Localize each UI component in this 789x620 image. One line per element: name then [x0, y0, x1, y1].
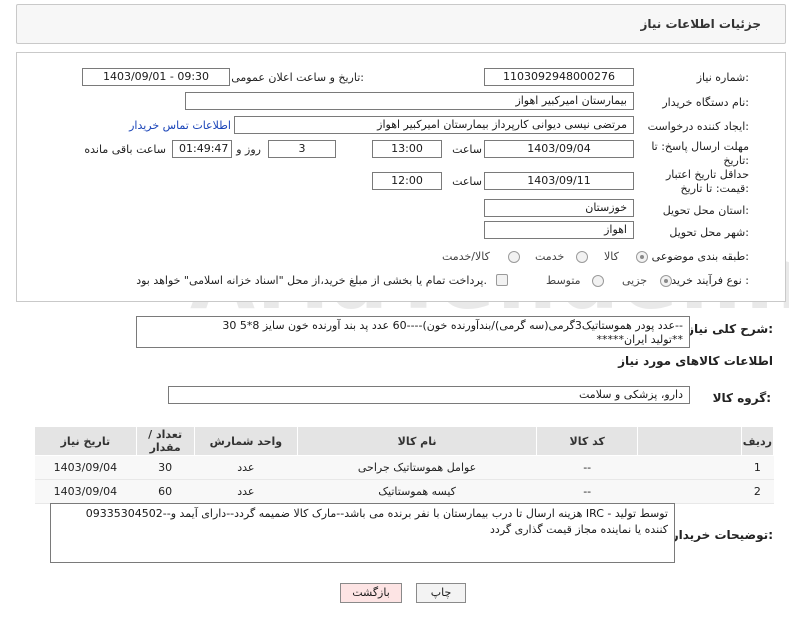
cell-unit: عدد	[194, 455, 298, 480]
treasury-payment-note: پرداخت تمام یا بخشی از مبلغ خرید،از محل …	[136, 274, 487, 287]
print-button[interactable]: چاپ	[416, 583, 466, 603]
col-need-date: تاریخ نیاز	[34, 426, 137, 456]
requester-label: ایجاد کننده درخواست:	[647, 120, 749, 133]
summary-textarea[interactable]: 30 عدد پودر هموستاتیک3گرمی(سه گرمی)/بندآ…	[136, 316, 690, 348]
back-button[interactable]: بازگشت	[340, 583, 402, 603]
cell-date: 1403/09/04	[34, 455, 137, 480]
price-validity-time-label: ساعت	[452, 175, 482, 188]
requester-field[interactable]: مرتضی نیسی دیوانی کارپرداز بیمارستان امی…	[234, 116, 634, 134]
category-radio-service[interactable]	[576, 251, 588, 263]
col-unit: واحد شمارش	[193, 426, 299, 456]
reply-deadline-days-field[interactable]: 3	[268, 140, 336, 158]
province-label: استان محل تحویل:	[662, 204, 749, 217]
cell-date: 1403/09/04	[34, 479, 137, 504]
province-field[interactable]: خوزستان	[484, 199, 634, 217]
treasury-payment-checkbox[interactable]	[496, 274, 508, 286]
category-option-goods-service: کالا/خدمت	[442, 250, 490, 263]
announce-datetime-label: تاریخ و ساعت اعلان عمومی:	[231, 71, 364, 84]
buyer-contact-link[interactable]: اطلاعات تماس خریدار	[129, 119, 231, 132]
category-option-goods: کالا	[604, 250, 619, 263]
reply-deadline-label: مهلت ارسال پاسخ: تا تاریخ:	[651, 140, 749, 167]
process-option-medium: متوسط	[546, 274, 581, 287]
cell-spacer	[637, 479, 742, 504]
cell-idx: 2	[741, 479, 774, 504]
buyer-notes-label: توضیحات خریدار:	[671, 528, 773, 542]
cell-qty: 60	[136, 479, 195, 504]
process-radio-medium[interactable]	[592, 275, 604, 287]
summary-label: شرح کلی نیاز:	[687, 322, 773, 336]
price-validity-label: حداقل تاریخ اعتبار قیمت: تا تاریخ:	[665, 168, 749, 195]
cell-spacer	[637, 455, 742, 480]
category-radio-goods-service[interactable]	[508, 251, 520, 263]
col-name: نام کالا	[297, 426, 537, 456]
page-title: جزئیات اطلاعات نیاز	[640, 17, 761, 31]
city-field[interactable]: اهواز	[484, 221, 634, 239]
cell-name: عوامل هموستاتیک جراحی	[297, 455, 537, 480]
reply-deadline-date-field[interactable]: 1403/09/04	[484, 140, 634, 158]
cell-unit: عدد	[194, 479, 298, 504]
cell-qty: 30	[136, 455, 195, 480]
process-radio-minor[interactable]	[660, 275, 672, 287]
table-row: 1403/09/04 60 عدد کیسه هموستاتیک -- 2	[34, 479, 774, 504]
col-code: کد کالا	[535, 426, 639, 456]
col-quantity: تعداد / مقدار	[135, 426, 195, 456]
reply-deadline-time-field[interactable]: 13:00	[372, 140, 442, 158]
buyer-notes-textarea[interactable]: 09335304502--هزینه ارسال تا درب بیمارستا…	[50, 503, 675, 563]
city-label: شهر محل تحویل:	[669, 226, 749, 239]
page-title-bar: جزئیات اطلاعات نیاز	[16, 4, 786, 44]
cell-code: --	[536, 455, 638, 480]
category-radio-goods[interactable]	[636, 251, 648, 263]
buyer-org-label: نام دستگاه خریدار:	[662, 96, 749, 109]
col-spacer	[637, 426, 742, 456]
reply-deadline-time-label: ساعت	[452, 143, 482, 156]
cell-code: --	[536, 479, 638, 504]
summary-line-2: *****تولید ایران**	[596, 333, 683, 346]
announce-datetime-field[interactable]: 1403/09/01 - 09:30	[82, 68, 230, 86]
reply-deadline-days-label: روز و	[236, 143, 261, 156]
need-number-label: شماره نیاز:	[696, 71, 749, 84]
price-validity-date-field[interactable]: 1403/09/11	[484, 172, 634, 190]
col-row: ردیف	[740, 426, 775, 456]
cell-name: کیسه هموستاتیک	[297, 479, 537, 504]
goods-group-label: گروه کالا:	[712, 391, 771, 405]
category-option-service: خدمت	[535, 250, 565, 263]
process-label: نوع فرآیند خرید :	[671, 274, 749, 287]
category-label: طبقه بندی موضوعی:	[651, 250, 749, 263]
cell-idx: 1	[741, 455, 774, 480]
remaining-time-field[interactable]: 01:49:47	[172, 140, 232, 158]
price-validity-time-field[interactable]: 12:00	[372, 172, 442, 190]
buyer-notes-line-2: کننده یا نماینده مجاز قیمت گذاری گردد	[490, 523, 668, 536]
goods-group-field[interactable]: دارو، پزشکی و سلامت	[168, 386, 690, 404]
summary-line-1: 30 عدد پودر هموستاتیک3گرمی(سه گرمی)/بندآ…	[222, 319, 683, 332]
remaining-time-label: ساعت باقی مانده	[84, 143, 166, 156]
goods-section-title: اطلاعات کالاهای مورد نیاز	[618, 354, 773, 368]
process-option-minor: جزیی	[622, 274, 648, 287]
table-row: 1403/09/04 30 عدد عوامل هموستاتیک جراحی …	[34, 455, 774, 480]
buyer-org-field[interactable]: بیمارستان امیرکبیر اهواز	[185, 92, 634, 110]
goods-table: تاریخ نیاز تعداد / مقدار واحد شمارش نام …	[34, 426, 775, 504]
buyer-notes-line-1: 09335304502--هزینه ارسال تا درب بیمارستا…	[85, 507, 668, 520]
need-number-field[interactable]: 1103092948000276	[484, 68, 634, 86]
goods-table-header: تاریخ نیاز تعداد / مقدار واحد شمارش نام …	[34, 426, 775, 456]
